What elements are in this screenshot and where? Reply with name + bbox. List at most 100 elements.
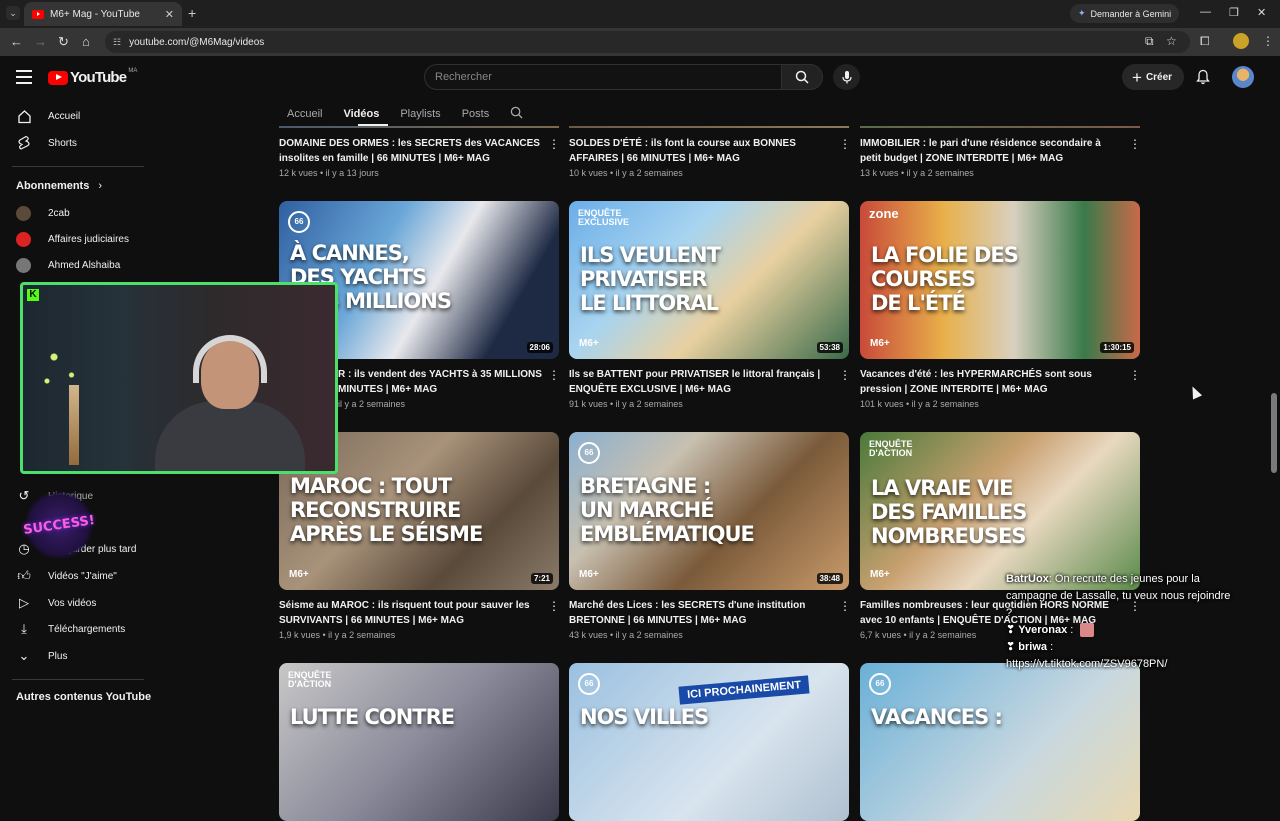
site-info-icon[interactable]: ☷ [113, 37, 121, 48]
more-actions-icon[interactable]: ⋮ [1129, 368, 1141, 382]
video-title[interactable]: SOLDES D'ÉTÉ : ils font la course aux BO… [569, 136, 831, 166]
create-button[interactable]: + Créer [1122, 64, 1185, 90]
video-title[interactable]: IMMOBILIER : le pari d'une résidence sec… [860, 136, 1122, 166]
video-thumbnail[interactable]: ENQUÊTE EXCLUSIVE ILS VEULENT PRIVATISER… [569, 201, 849, 359]
search-input[interactable] [435, 71, 781, 83]
chrome-profile-avatar[interactable] [1233, 33, 1249, 49]
channel-search-icon[interactable] [510, 106, 523, 122]
search-button[interactable] [781, 64, 823, 90]
notifications-bell-icon[interactable] [1196, 69, 1210, 90]
m6-logo: M6+ [870, 569, 890, 580]
logo-text: YouTube [70, 69, 127, 86]
sidebar-sub-affaires-judiciaires[interactable]: Affaires judiciaires [0, 226, 156, 252]
thumbs-up-icon: 👍︎ [17, 568, 31, 583]
subscriptions-heading[interactable]: Abonnements › [16, 180, 102, 192]
m6-logo: M6+ [579, 569, 599, 580]
fairy-lights [33, 333, 103, 393]
plus-icon: + [1132, 67, 1142, 87]
gemini-button[interactable]: ✦ Demander à Gemini [1070, 4, 1180, 23]
sidebar-item-label: Plus [48, 650, 68, 662]
streamer-webcam-overlay: K [20, 282, 338, 474]
video-thumbnail[interactable] [569, 126, 849, 128]
sidebar-sub-2cab[interactable]: 2cab [0, 200, 156, 226]
video-meta: 91 k vues • il y a 2 semaines [569, 399, 683, 409]
sidebar-item-downloads[interactable]: ⤓ Téléchargements [0, 616, 156, 642]
search-box[interactable] [424, 64, 782, 90]
sidebar-item-shorts[interactable]: Shorts [0, 130, 156, 156]
video-thumbnail[interactable]: ENQUÊTE D'ACTION LUTTE CONTRE [279, 663, 559, 821]
sidebar-item-liked-videos[interactable]: 👍︎ Vidéos "J'aime" [0, 563, 156, 589]
tab-home[interactable]: Accueil [287, 108, 322, 120]
video-thumbnail[interactable]: zone LA FOLIE DES COURSES DE L'ÉTÉ M6+ 1… [860, 201, 1140, 359]
create-label: Créer [1145, 71, 1173, 83]
sidebar-item-label: Vidéos "J'aime" [48, 570, 117, 582]
forward-icon[interactable]: → [34, 34, 47, 49]
subscriptions-title: Abonnements [16, 180, 90, 192]
video-title[interactable]: Vacances d'été : les HYPERMARCHÉS sont s… [860, 367, 1122, 397]
youtube-logo[interactable]: YouTube MA [48, 68, 137, 86]
brand-enquete-daction: ENQUÊTE D'ACTION [288, 670, 332, 689]
video-title-line2[interactable]: MINUTES | M6+ MAG [338, 382, 548, 397]
voice-search-button[interactable] [833, 64, 860, 90]
more-actions-icon[interactable]: ⋮ [839, 137, 851, 151]
tab-close-icon[interactable]: ✕ [165, 8, 174, 21]
extensions-icon[interactable]: ⧠ [1200, 34, 1210, 49]
video-thumbnail[interactable]: 66 ICI PROCHAINEMENT NOS VILLES [569, 663, 849, 821]
account-avatar[interactable] [1232, 66, 1254, 88]
install-app-icon[interactable]: ⧉ [1145, 34, 1154, 49]
video-title[interactable]: Séisme au MAROC : ils risquent tout pour… [279, 598, 541, 628]
sidebar-item-label: Vos vidéos [48, 597, 97, 609]
video-title[interactable]: DOMAINE DES ORMES : les SECRETS des VACA… [279, 136, 541, 166]
close-window-icon[interactable]: ✕ [1257, 6, 1266, 19]
video-title[interactable]: R : ils vendent des YACHTS à 35 MILLIONS [338, 367, 548, 382]
more-actions-icon[interactable]: ⋮ [839, 599, 851, 613]
video-thumbnail[interactable] [279, 126, 559, 128]
chrome-menu-icon[interactable]: ⋮ [1262, 34, 1274, 48]
chat-text: : [1047, 641, 1054, 653]
sidebar-divider [12, 679, 144, 680]
more-actions-icon[interactable]: ⋮ [548, 599, 560, 613]
sidebar-item-home[interactable]: Accueil [0, 103, 156, 129]
chat-message: ❣ briwa : [1006, 639, 1236, 656]
browser-tab[interactable]: M6+ Mag - YouTube ✕ [24, 2, 182, 26]
home-icon[interactable]: ⌂ [82, 34, 90, 49]
brand-66-logo: 66 [578, 442, 600, 464]
chat-username: BatrUox [1006, 573, 1049, 585]
search-icon [795, 70, 809, 84]
sidebar-item-your-videos[interactable]: ▷ Vos vidéos [0, 590, 156, 616]
back-icon[interactable]: ← [10, 34, 23, 49]
video-thumbnail[interactable]: 66 BRETAGNE : UN MARCHÉ EMBLÉMATIQUE M6+… [569, 432, 849, 590]
other-youtube-heading: Autres contenus YouTube [16, 691, 152, 703]
chat-message: ❣ Yveronax : [1006, 622, 1236, 639]
bookmark-star-icon[interactable]: ☆ [1166, 34, 1177, 48]
minimize-icon[interactable]: — [1200, 6, 1211, 18]
brand-66-logo: 66 [578, 673, 600, 695]
more-actions-icon[interactable]: ⋮ [1129, 137, 1141, 151]
video-title[interactable]: Ils se BATTENT pour PRIVATISER le littor… [569, 367, 831, 397]
tab-posts[interactable]: Posts [462, 108, 490, 120]
tab-search-icon[interactable]: ⌄ [6, 6, 20, 20]
video-thumbnail[interactable] [860, 126, 1140, 128]
url-bar[interactable]: ☷ youtube.com/@M6Mag/videos [105, 31, 1190, 53]
video-duration: 53:38 [816, 342, 843, 353]
scrollbar-thumb[interactable] [1271, 393, 1277, 473]
hamburger-menu-icon[interactable] [16, 70, 32, 88]
video-title[interactable]: Marché des Lices : les SECRETS d'une ins… [569, 598, 831, 628]
video-thumbnail[interactable]: 66 VACANCES : [860, 663, 1140, 821]
sidebar-item-label: Affaires judiciaires [48, 233, 129, 245]
maximize-icon[interactable]: ❐ [1229, 6, 1239, 19]
page-scrollbar[interactable] [1270, 98, 1278, 720]
new-tab-icon[interactable]: + [188, 5, 196, 21]
video-thumbnail[interactable]: ENQUÊTE D'ACTION LA VRAIE VIE DES FAMILL… [860, 432, 1140, 590]
reload-icon[interactable]: ↻ [58, 34, 69, 50]
tab-playlists[interactable]: Playlists [400, 108, 440, 120]
chevron-down-icon: ⌄ [18, 648, 30, 663]
more-actions-icon[interactable]: ⋮ [548, 368, 560, 382]
sidebar-sub-ahmed-alshaiba[interactable]: Ahmed Alshaiba [0, 252, 156, 278]
more-actions-icon[interactable]: ⋮ [548, 137, 560, 151]
more-actions-icon[interactable]: ⋮ [839, 368, 851, 382]
tab-videos[interactable]: Vidéos [343, 108, 379, 120]
sidebar-item-more[interactable]: ⌄ Plus [0, 643, 156, 669]
download-icon: ⤓ [21, 621, 27, 636]
chat-text: : [1067, 624, 1074, 636]
